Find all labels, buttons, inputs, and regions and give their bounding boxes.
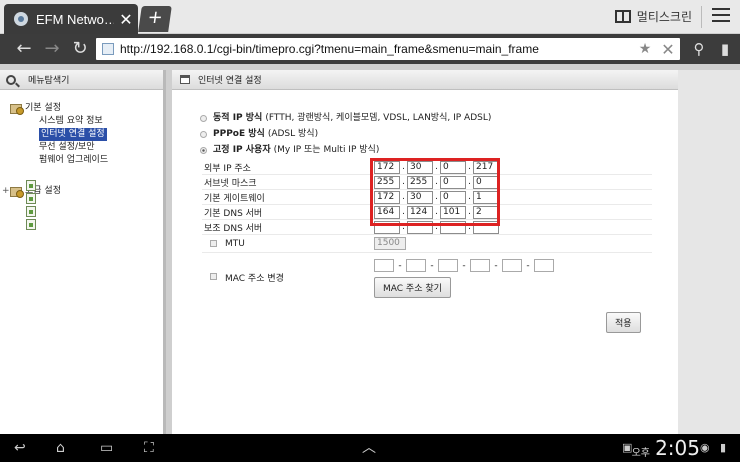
- radio-dynamic-ip[interactable]: 동적 IP 방식 (FTTH, 광랜방식, 케이블모뎀, VDSL, LAN방식…: [200, 110, 491, 126]
- browser-tab[interactable]: EFM Netwo… ✕: [4, 4, 138, 34]
- wifi-icon: ◉: [700, 441, 710, 454]
- tree-group-label: 기본 설정: [25, 103, 61, 113]
- mac-octet-input[interactable]: [470, 259, 490, 272]
- field-label: 외부 IP 주소: [204, 163, 251, 174]
- radio-desc: (My IP 또는 Multi IP 방식): [273, 145, 380, 155]
- page-margin: [678, 70, 740, 434]
- radio-pppoe[interactable]: PPPoE 방식 (ADSL 방식): [200, 126, 491, 142]
- settings-folder-icon: [10, 186, 24, 198]
- radio-title: 동적 IP 방식: [213, 113, 263, 123]
- browser-nav-bar: ← → ↻ http://192.168.0.1/cgi-bin/timepro…: [0, 34, 740, 64]
- tree-item-label: 펌웨어 업그레이드: [39, 155, 109, 165]
- browser-tab-bar: EFM Netwo… ✕ + 멀티스크린: [0, 0, 740, 34]
- field-label: MTU: [225, 238, 245, 249]
- expand-icon[interactable]: +: [2, 185, 10, 198]
- field-label: 보조 DNS 서버: [204, 223, 263, 234]
- multiscreen-icon: [614, 10, 631, 23]
- menu-tree: 기본 설정 시스템 요약 정보 인터넷 연결 설정 무선 설정/보안 펌웨어 업…: [0, 90, 163, 230]
- multiscreen-button[interactable]: 멀티스크린: [614, 8, 692, 25]
- tab-close-icon[interactable]: ✕: [114, 10, 138, 29]
- menu-explorer-header: 메뉴탐색기: [0, 70, 163, 90]
- page-icon: [26, 180, 36, 191]
- apply-button[interactable]: 적용: [606, 312, 641, 333]
- window-icon: [180, 75, 190, 84]
- settings-title: 인터넷 연결 설정: [198, 76, 262, 86]
- multiscreen-label: 멀티스크린: [636, 10, 692, 24]
- tree-item-label: 무선 설정/보안: [39, 142, 95, 152]
- radio-indicator[interactable]: [200, 114, 207, 122]
- mac-address-input: - - - - -: [374, 259, 554, 272]
- magnifier-icon: [6, 74, 16, 85]
- mac-octet-input[interactable]: [502, 259, 522, 272]
- ampm-label: 오후: [631, 448, 650, 459]
- tab-title: EFM Netwo…: [36, 11, 114, 27]
- radio-static-ip[interactable]: 고정 IP 사용자 (My IP 또는 Multi IP 방식): [200, 142, 491, 158]
- page-icon: [26, 219, 36, 230]
- web-page: 메뉴탐색기 기본 설정 시스템 요약 정보 인터넷 연결 설정 무선 설정/보안…: [0, 64, 740, 434]
- tree-item-wireless[interactable]: 무선 설정/보안: [10, 141, 163, 217]
- search-icon[interactable]: ⚲: [688, 38, 710, 60]
- refresh-icon[interactable]: ↻: [68, 38, 92, 60]
- divider: [701, 6, 702, 28]
- mtu-checkbox[interactable]: [210, 240, 217, 247]
- settings-folder-icon: [10, 103, 24, 115]
- tree-item-firmware[interactable]: 펌웨어 업그레이드: [10, 154, 163, 230]
- forward-arrow-icon[interactable]: →: [40, 38, 64, 60]
- mac-octet-input[interactable]: [534, 259, 554, 272]
- menu-explorer-title: 메뉴탐색기: [28, 76, 70, 86]
- mac-octet-input[interactable]: [406, 259, 426, 272]
- radio-title: 고정 IP 사용자: [213, 145, 271, 155]
- radio-title: PPPoE 방식: [213, 129, 265, 139]
- screenshot-icon[interactable]: ⛶: [144, 440, 154, 456]
- tree-item-system-summary[interactable]: 시스템 요약 정보: [10, 115, 163, 191]
- radio-indicator[interactable]: [200, 146, 207, 154]
- tree-group-basic[interactable]: 기본 설정: [10, 102, 163, 115]
- find-mac-button[interactable]: MAC 주소 찾기: [374, 277, 451, 298]
- highlight-box: [370, 158, 500, 226]
- tree-item-internet-settings[interactable]: 인터넷 연결 설정: [10, 128, 163, 204]
- page-icon: [26, 193, 36, 204]
- new-tab-button[interactable]: +: [138, 6, 172, 32]
- bookmarks-icon[interactable]: ▮: [714, 38, 736, 60]
- mtu-row: MTU 1500: [202, 235, 652, 253]
- field-label: MAC 주소 변경: [225, 274, 284, 284]
- favicon-icon: [14, 12, 28, 26]
- mac-octet-input[interactable]: [438, 259, 458, 272]
- field-label: 기본 DNS 서버: [204, 208, 263, 219]
- tree-item-label: 인터넷 연결 설정: [39, 128, 107, 141]
- bookmark-star-icon[interactable]: ★: [634, 41, 656, 57]
- connection-type-group: 동적 IP 방식 (FTTH, 광랜방식, 케이블모뎀, VDSL, LAN방식…: [200, 110, 491, 158]
- back-arrow-icon[interactable]: ←: [12, 38, 36, 60]
- chevron-up-icon[interactable]: ︿: [362, 440, 376, 456]
- clock: 2:05: [655, 436, 700, 460]
- menu-icon[interactable]: [712, 8, 730, 24]
- url-text[interactable]: http://192.168.0.1/cgi-bin/timepro.cgi?t…: [120, 42, 634, 56]
- address-bar[interactable]: http://192.168.0.1/cgi-bin/timepro.cgi?t…: [96, 38, 680, 60]
- home-icon[interactable]: ⌂: [56, 440, 65, 456]
- mac-input-area: - - - - - MAC 주소 찾기: [374, 259, 554, 298]
- mac-octet-input[interactable]: [374, 259, 394, 272]
- battery-icon: ▮: [720, 441, 727, 454]
- field-label: 기본 게이트웨이: [204, 193, 265, 204]
- radio-desc: (FTTH, 광랜방식, 케이블모뎀, VDSL, LAN방식, IP ADSL…: [265, 113, 492, 123]
- menu-explorer-panel: 메뉴탐색기 기본 설정 시스템 요약 정보 인터넷 연결 설정 무선 설정/보안…: [0, 70, 166, 434]
- clear-url-icon[interactable]: ✕: [656, 40, 680, 59]
- back-icon[interactable]: ↩: [14, 440, 26, 456]
- settings-header: 인터넷 연결 설정: [172, 70, 678, 90]
- radio-desc: (ADSL 방식): [267, 129, 319, 139]
- mtu-input[interactable]: 1500: [374, 237, 406, 250]
- page-icon: [26, 206, 36, 217]
- radio-indicator[interactable]: [200, 130, 207, 138]
- page-icon: [102, 43, 114, 55]
- system-bar: ↩ ⌂ ▭ ⛶ ︿ ▣ 오후 2:05 ◉ ▮: [0, 434, 740, 462]
- settings-panel: 인터넷 연결 설정 동적 IP 방식 (FTTH, 광랜방식, 케이블모뎀, V…: [172, 70, 678, 434]
- mac-checkbox[interactable]: [210, 273, 217, 280]
- tree-item-label: 시스템 요약 정보: [39, 116, 103, 126]
- field-label: 서브넷 마스크: [204, 178, 257, 189]
- mac-row: MAC 주소 변경 - - - - - MAC 주소 찾기: [202, 253, 652, 299]
- recent-apps-icon[interactable]: ▭: [100, 440, 113, 456]
